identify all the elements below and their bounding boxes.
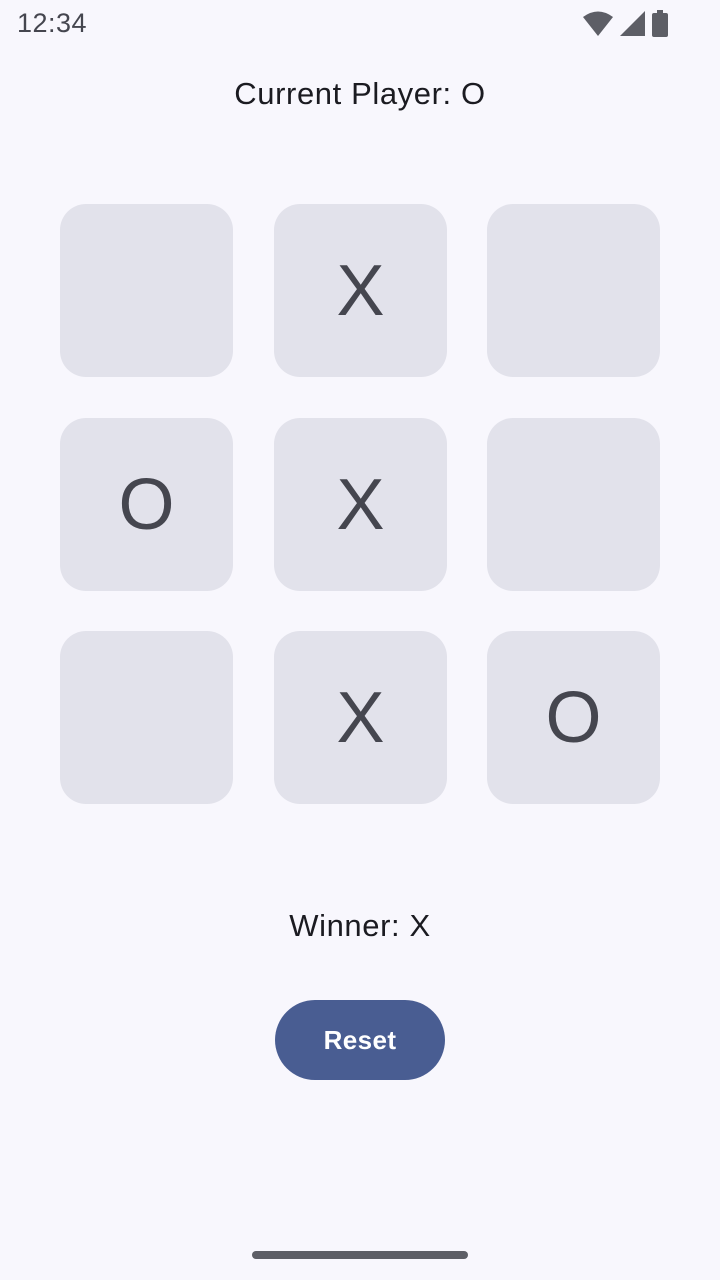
status-bar: 12:34 (0, 0, 720, 50)
board-cell-7[interactable] (60, 631, 233, 804)
board-cell-1[interactable] (60, 204, 233, 377)
winner-label: Winner: X (289, 908, 431, 943)
board-cell-4[interactable]: O (60, 418, 233, 591)
board-cell-9[interactable]: O (487, 631, 660, 804)
cellular-signal-icon (620, 10, 646, 36)
board-cell-8[interactable]: X (274, 631, 447, 804)
wifi-icon (582, 10, 614, 38)
reset-button[interactable]: Reset (275, 1000, 445, 1080)
status-icons (582, 10, 668, 38)
board-cell-3[interactable] (487, 204, 660, 377)
status-time: 12:34 (17, 8, 88, 38)
current-player-label: Current Player: O (234, 76, 486, 111)
board-cell-6[interactable] (487, 418, 660, 591)
board-cell-5[interactable]: X (274, 418, 447, 591)
battery-icon (652, 10, 668, 38)
home-indicator[interactable] (252, 1251, 468, 1259)
board-cell-2[interactable]: X (274, 204, 447, 377)
